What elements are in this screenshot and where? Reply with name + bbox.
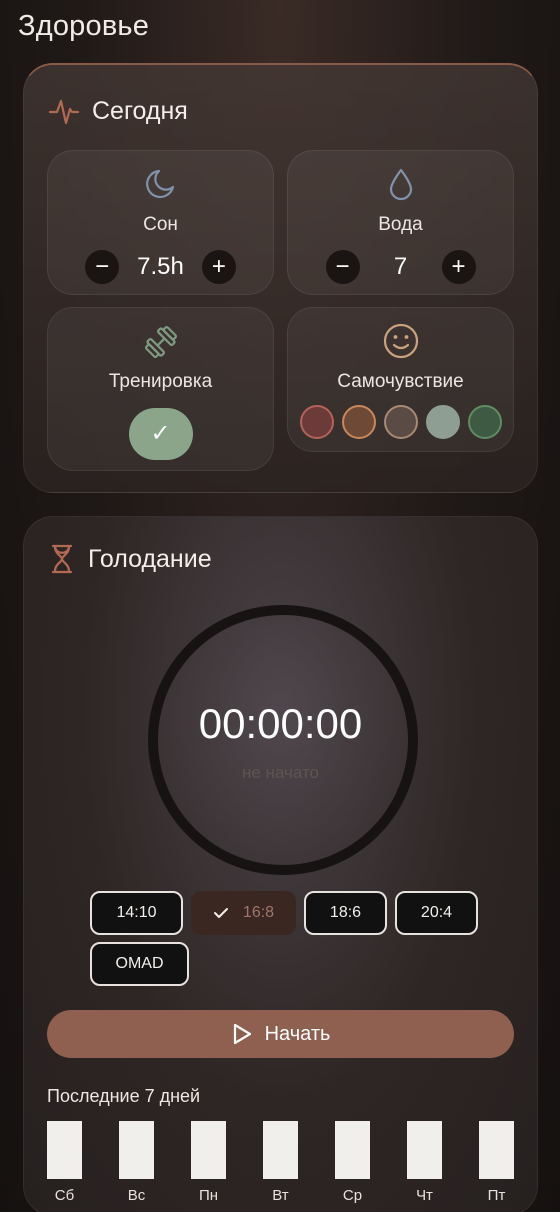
- fasting-plans-row-2: OMAD: [90, 942, 189, 986]
- mood-tile: Самочувствие: [287, 307, 514, 452]
- day-bar: [47, 1121, 82, 1179]
- check-icon: [213, 908, 228, 918]
- water-label: Вода: [378, 214, 423, 235]
- hourglass-icon: [51, 544, 73, 574]
- day-bar: [119, 1121, 154, 1179]
- day-label: Вс: [127, 1187, 146, 1204]
- workout-done-toggle[interactable]: ✓: [128, 408, 193, 460]
- sleep-tile: Сон − 7.5h +: [47, 150, 274, 295]
- plan-20-4[interactable]: 20:4: [395, 891, 478, 935]
- water-value: 7: [393, 253, 408, 280]
- day-column: Вс: [119, 1121, 154, 1204]
- moon-icon: [145, 169, 174, 198]
- day-label: Чт: [416, 1187, 433, 1204]
- play-icon: [233, 1023, 251, 1045]
- fasting-plans-row-1: 14:10 16:8 18:6 20:4: [90, 891, 478, 935]
- day-bar: [335, 1121, 370, 1179]
- mood-option-3[interactable]: [383, 405, 418, 439]
- mood-option-5[interactable]: [467, 405, 502, 439]
- start-fasting-button[interactable]: Начать: [47, 1010, 514, 1058]
- day-bar: [263, 1121, 298, 1179]
- water-tile: Вода − 7 +: [287, 150, 514, 295]
- mood-option-2[interactable]: [341, 405, 376, 439]
- day-label: Сб: [54, 1187, 75, 1204]
- dumbbell-icon: [144, 325, 177, 359]
- day-label: Пт: [487, 1187, 506, 1204]
- sleep-increase-button[interactable]: +: [201, 250, 236, 284]
- day-label: Пн: [198, 1187, 219, 1204]
- today-title: Сегодня: [92, 96, 188, 125]
- timer-status: не начато: [241, 763, 320, 782]
- sleep-label: Сон: [143, 214, 178, 235]
- start-fasting-label: Начать: [264, 1022, 331, 1045]
- day-column: Пт: [479, 1121, 514, 1204]
- day-bar: [407, 1121, 442, 1179]
- sleep-decrease-button[interactable]: −: [85, 250, 120, 284]
- day-column: Пн: [191, 1121, 226, 1204]
- activity-icon: [48, 99, 80, 125]
- sleep-value: 7.5h: [137, 253, 184, 280]
- last-7-days-title: Последние 7 дней: [47, 1086, 201, 1106]
- day-column: Вт: [263, 1121, 298, 1204]
- last-7-days-chart: Сб Вс Пн Вт Ср Чт Пт: [47, 1121, 514, 1204]
- fasting-card: Голодание 00:00:00 не начато 14:10 16:8 …: [23, 516, 538, 1212]
- day-column: Сб: [47, 1121, 82, 1204]
- mood-label: Самочувствие: [337, 371, 464, 392]
- day-bar: [191, 1121, 226, 1179]
- water-drop-icon: [389, 168, 412, 201]
- water-stepper: − 7 +: [288, 250, 513, 284]
- day-label: Ср: [342, 1187, 363, 1204]
- fasting-header: Голодание: [48, 543, 212, 575]
- timer-value: 00:00:00: [198, 700, 363, 747]
- water-decrease-button[interactable]: −: [325, 250, 360, 284]
- mood-options: [288, 405, 513, 439]
- mood-option-4[interactable]: [425, 405, 460, 439]
- day-column: Чт: [407, 1121, 442, 1204]
- water-increase-button[interactable]: +: [441, 250, 476, 284]
- page-title: Здоровье: [18, 10, 150, 42]
- today-header: Сегодня: [48, 95, 188, 127]
- workout-label: Тренировка: [108, 371, 213, 392]
- day-column: Ср: [335, 1121, 370, 1204]
- plan-16-8-label: 16:8: [242, 904, 275, 921]
- plan-18-6[interactable]: 18:6: [304, 891, 387, 935]
- plan-14-10[interactable]: 14:10: [90, 891, 183, 935]
- sleep-stepper: − 7.5h +: [48, 250, 273, 284]
- day-bar: [479, 1121, 514, 1179]
- fasting-title: Голодание: [88, 544, 212, 573]
- smile-icon: [383, 323, 418, 359]
- plan-16-8[interactable]: 16:8: [191, 891, 296, 935]
- plan-omad[interactable]: OMAD: [90, 942, 189, 986]
- day-label: Вт: [272, 1187, 289, 1204]
- today-card: Сегодня Сон − 7.5h + Вода − 7 + Трениров…: [23, 63, 538, 493]
- workout-tile: Тренировка ✓: [47, 307, 274, 471]
- mood-option-1[interactable]: [299, 405, 334, 439]
